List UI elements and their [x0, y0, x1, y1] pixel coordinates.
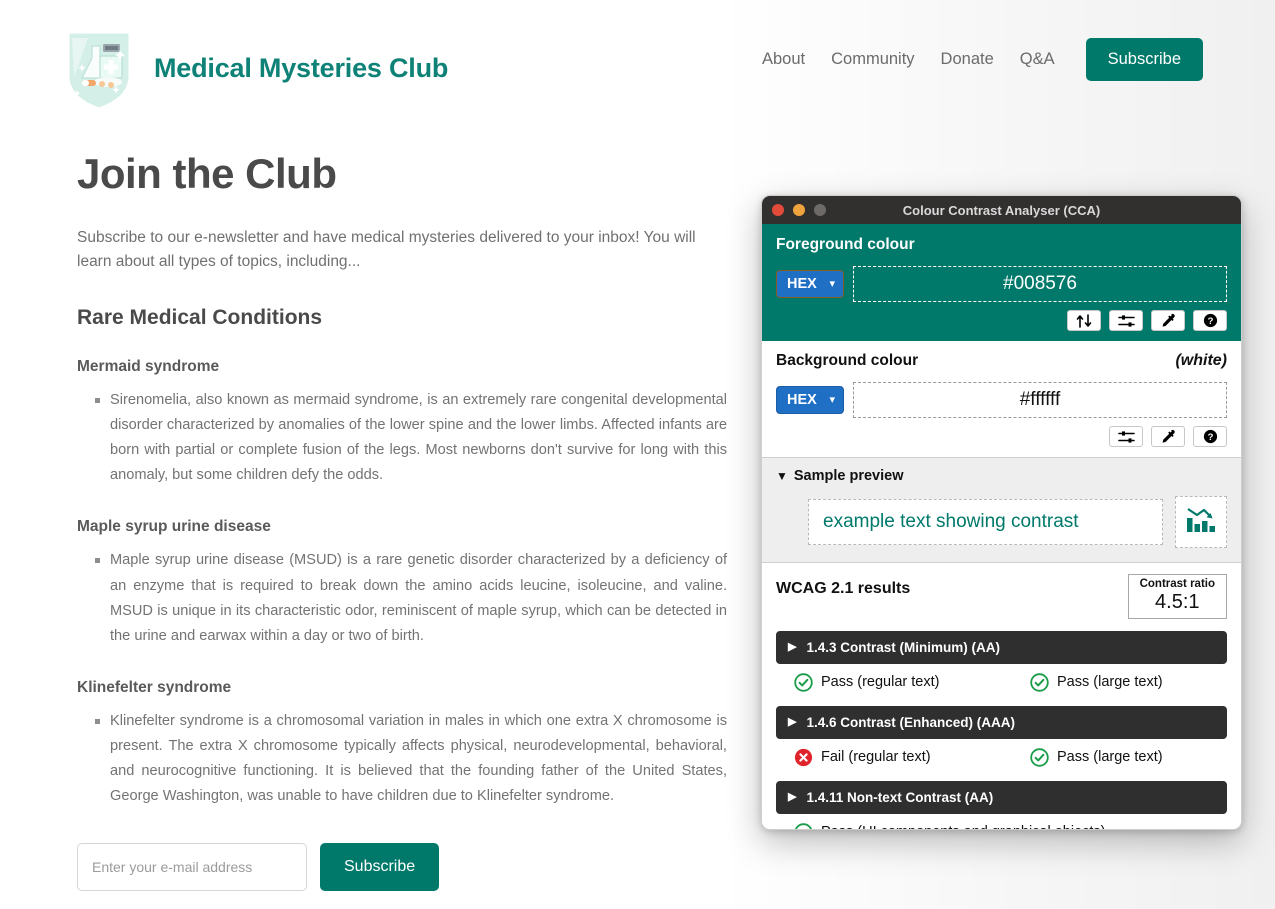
list-item: Sirenomelia, also known as mermaid syndr…	[95, 388, 727, 488]
criterion-label: 1.4.6 Contrast (Enhanced) (AAA)	[806, 714, 1015, 730]
contrast-ratio-label: Contrast ratio	[1139, 578, 1215, 590]
help-icon[interactable]: ?	[1193, 426, 1227, 447]
triangle-down-icon: ▼	[776, 469, 788, 483]
sample-preview-panel: ▼ Sample preview example text showing co…	[762, 457, 1241, 563]
nav-link-qa[interactable]: Q&A	[1020, 50, 1055, 69]
triangle-right-icon: ▶	[788, 640, 797, 653]
eyedropper-icon[interactable]	[1151, 310, 1185, 331]
contrast-ratio-box: Contrast ratio 4.5:1	[1127, 574, 1227, 619]
section-title: Rare Medical Conditions	[77, 306, 323, 330]
fail-icon	[794, 748, 813, 767]
criterion-1-4-6[interactable]: ▶ 1.4.6 Contrast (Enhanced) (AAA)	[776, 705, 1227, 739]
criterion-1-4-11[interactable]: ▶ 1.4.11 Non-text Contrast (AA)	[776, 780, 1227, 814]
background-format-select[interactable]: HEX	[776, 386, 844, 414]
brand-title: Medical Mysteries Club	[154, 52, 449, 83]
svg-text:?: ?	[1207, 432, 1213, 443]
nav-link-about[interactable]: About	[762, 50, 805, 69]
result-text: Pass (regular text)	[821, 674, 940, 691]
condition-title: Mermaid syndrome	[77, 358, 220, 376]
result-item: Pass (regular text)	[794, 672, 1030, 692]
background-panel: Background colour (white) HEX ▾ #ffffff …	[762, 341, 1241, 457]
sliders-icon[interactable]	[1109, 310, 1143, 331]
criterion-1-4-6-results: Fail (regular text) Pass (large text)	[776, 739, 1227, 769]
subscribe-submit-button[interactable]: Subscribe	[320, 843, 440, 892]
sample-preview-disclosure[interactable]: ▼ Sample preview	[776, 468, 1227, 484]
criterion-1-4-3-results: Pass (regular text) Pass (large text)	[776, 664, 1227, 694]
condition-title: Klinefelter syndrome	[77, 678, 232, 696]
criterion-1-4-11-results: Pass (UI components and graphical object…	[776, 814, 1227, 829]
main-content: Join the Club Subscribe to our e-newslet…	[77, 150, 727, 909]
cca-titlebar[interactable]: Colour Contrast Analyser (CCA)	[762, 196, 1241, 224]
condition-title: Maple syrup urine disease	[77, 518, 271, 536]
intro-paragraph: Subscribe to our e-newsletter and have m…	[77, 229, 696, 271]
pass-icon	[1030, 672, 1049, 692]
cca-window: Colour Contrast Analyser (CCA) Foregroun…	[761, 195, 1242, 830]
triangle-right-icon: ▶	[788, 715, 797, 728]
foreground-colour-row: HEX ▾	[776, 266, 1227, 302]
wcag-results-panel: WCAG 2.1 results Contrast ratio 4.5:1 ▶ …	[762, 563, 1241, 829]
list-item: Klinefelter syndrome is a chromosomal va…	[95, 709, 727, 809]
background-tool-row: ?	[776, 426, 1227, 447]
site-header: Medical Mysteries Club About Community D…	[0, 0, 1275, 122]
subscribe-form: Subscribe	[77, 843, 727, 892]
condition-list: Sirenomelia, also known as mermaid syndr…	[77, 388, 727, 488]
sample-preview-row: example text showing contrast	[776, 496, 1227, 548]
contrast-ratio-value: 4.5:1	[1155, 590, 1200, 613]
background-format-select-wrap: HEX ▾	[776, 386, 844, 414]
background-colour-row: HEX ▾	[776, 382, 1227, 418]
eyedropper-icon[interactable]	[1151, 426, 1185, 447]
result-text: Pass (UI components and graphical object…	[821, 824, 1106, 829]
triangle-right-icon: ▶	[788, 790, 797, 803]
svg-text:?: ?	[1207, 316, 1213, 327]
cca-window-title: Colour Contrast Analyser (CCA)	[902, 202, 1101, 218]
main-nav: About Community Donate Q&A Subscribe	[762, 38, 1203, 81]
pass-icon	[794, 672, 813, 692]
foreground-panel: Foreground colour HEX ▾ #008576 ?	[762, 224, 1241, 341]
page-title: Join the Club	[77, 150, 337, 197]
result-text: Pass (large text)	[1057, 749, 1163, 766]
list-item: Maple syrup urine disease (MSUD) is a ra…	[95, 548, 727, 648]
nav-link-donate[interactable]: Donate	[941, 50, 994, 69]
result-item: Pass (large text)	[1030, 747, 1163, 767]
sliders-icon[interactable]	[1109, 426, 1143, 447]
shield-lab-logo-icon	[62, 24, 136, 112]
foreground-label: Foreground colour	[776, 236, 915, 253]
wcag-results-title: WCAG 2.1 results	[776, 580, 911, 597]
result-text: Pass (large text)	[1057, 674, 1163, 691]
page-root: Medical Mysteries Club About Community D…	[0, 0, 1275, 909]
email-field[interactable]	[77, 843, 307, 892]
background-header: Background colour (white)	[776, 352, 1227, 382]
result-item: Fail (regular text)	[794, 748, 1030, 767]
sample-text: example text showing contrast	[808, 499, 1163, 545]
foreground-tool-row: ?	[776, 310, 1227, 331]
result-item: Pass (large text)	[1030, 672, 1163, 692]
pass-icon	[794, 822, 813, 829]
sample-preview-label: Sample preview	[793, 468, 904, 484]
background-label: Background colour	[776, 352, 919, 369]
wcag-results-header: WCAG 2.1 results Contrast ratio 4.5:1	[776, 574, 1227, 619]
brand[interactable]: Medical Mysteries Club	[62, 24, 448, 112]
swap-colours-icon[interactable]	[1067, 310, 1101, 331]
foreground-hex-input[interactable]	[853, 266, 1227, 302]
criterion-1-4-3[interactable]: ▶ 1.4.3 Contrast (Minimum) (AA)	[776, 630, 1227, 664]
result-text: Fail (regular text)	[821, 749, 931, 766]
foreground-format-select-wrap: HEX ▾	[776, 270, 844, 298]
help-icon[interactable]: ?	[1193, 310, 1227, 331]
background-hex-input[interactable]	[853, 382, 1227, 418]
nav-link-community[interactable]: Community	[831, 50, 914, 69]
pass-icon	[1030, 747, 1049, 767]
background-colour-name: (white)	[1175, 352, 1227, 369]
criterion-label: 1.4.3 Contrast (Minimum) (AA)	[806, 639, 1000, 655]
sample-graphic	[1175, 496, 1227, 548]
header-subscribe-button[interactable]: Subscribe	[1085, 38, 1203, 81]
condition-list: Klinefelter syndrome is a chromosomal va…	[77, 709, 727, 809]
foreground-format-select[interactable]: HEX	[776, 270, 844, 298]
bar-chart-declining-icon	[1185, 505, 1217, 540]
criterion-label: 1.4.11 Non-text Contrast (AA)	[806, 789, 994, 805]
result-item: Pass (UI components and graphical object…	[794, 822, 1106, 829]
condition-list: Maple syrup urine disease (MSUD) is a ra…	[77, 548, 727, 648]
